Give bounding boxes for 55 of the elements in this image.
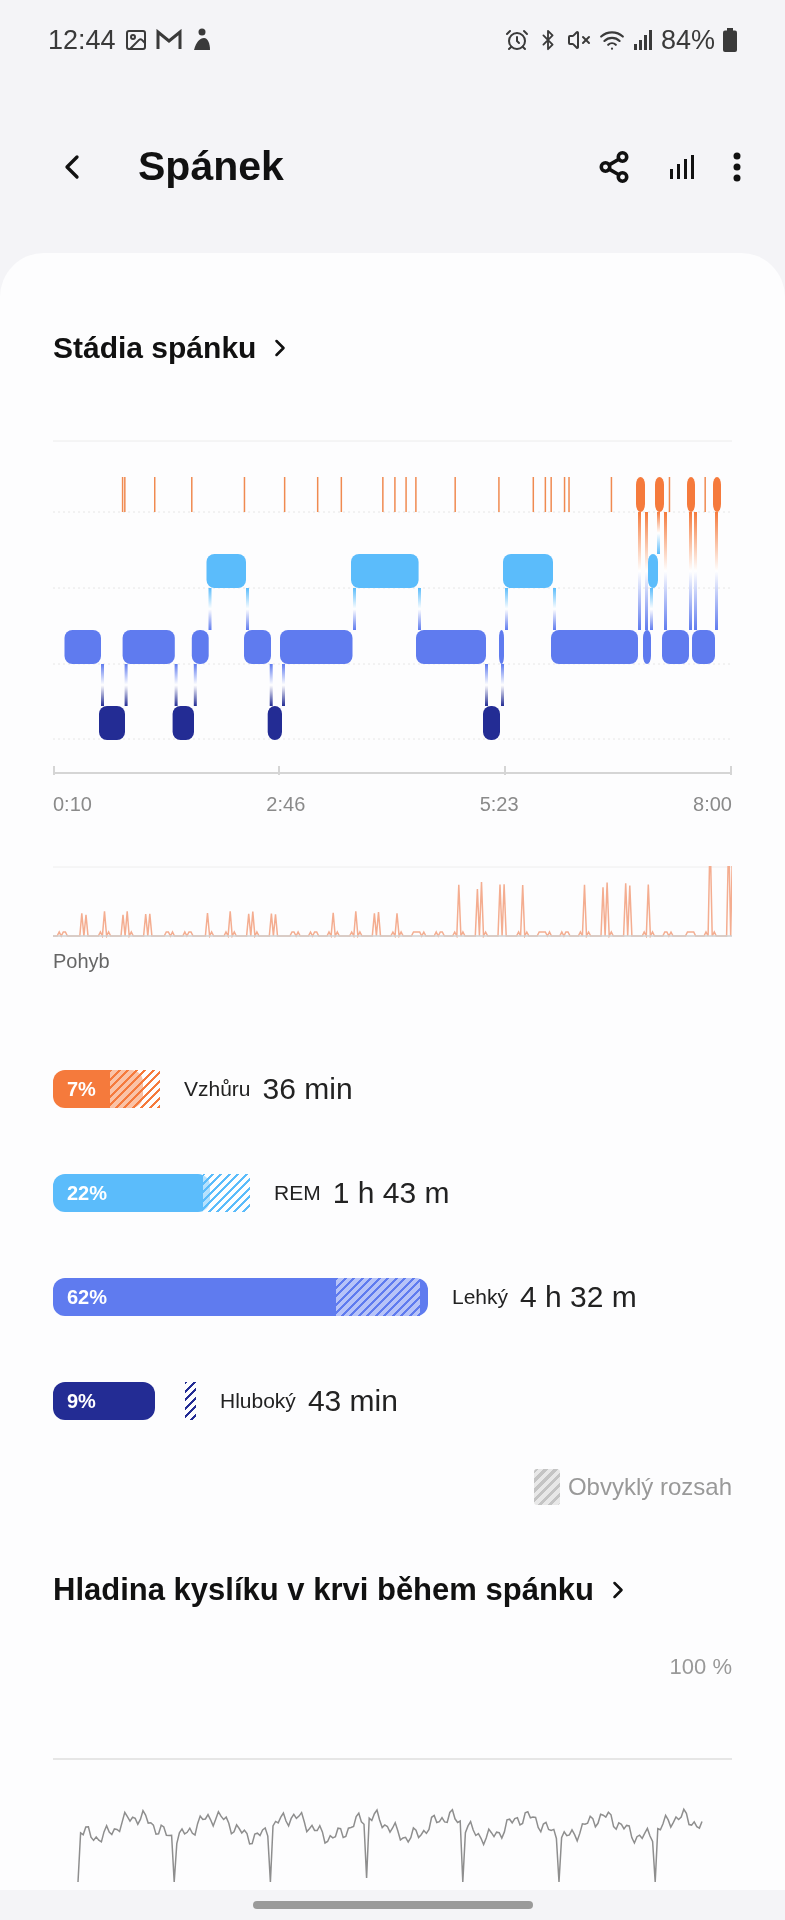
stage-label: Vzhůru xyxy=(184,1077,251,1101)
stage-segment xyxy=(244,630,271,664)
stage-segment xyxy=(172,706,194,740)
stage-segment xyxy=(643,630,651,664)
chart-label: Pohyb xyxy=(53,950,111,973)
usual-range-hatch xyxy=(185,1382,196,1420)
axis-label: 5:23 xyxy=(479,793,519,816)
legend-swatch xyxy=(533,1469,560,1505)
stage-duration: 4 h 32 m xyxy=(520,1280,637,1314)
axis-label: 100 % xyxy=(669,1654,732,1680)
stage-segment xyxy=(503,554,553,588)
chart-icon xyxy=(669,154,695,179)
stage-segment xyxy=(416,630,486,664)
section-title[interactable]: Hladina kyslíku v krvi během spánku xyxy=(53,1570,632,1610)
mute-icon xyxy=(566,28,591,52)
page-title: Spánek xyxy=(138,143,285,190)
stage-segment xyxy=(713,477,721,512)
stage-duration: 43 min xyxy=(307,1384,398,1418)
stage-segment xyxy=(206,554,246,588)
stage-duration: 36 min xyxy=(262,1072,353,1106)
signal-icon xyxy=(632,30,653,50)
status-time: 12:44 xyxy=(48,24,116,56)
section-title[interactable]: Stádia spánku xyxy=(53,328,295,368)
usual-range-hatch xyxy=(110,1070,160,1108)
stage-segment xyxy=(483,706,500,740)
axis-label: 0:10 xyxy=(53,793,92,816)
stage-segment xyxy=(351,554,419,588)
stage-segment xyxy=(687,477,695,512)
stage-segment xyxy=(99,706,125,740)
stage-segment xyxy=(499,630,504,664)
gallery-icon xyxy=(123,28,148,52)
stage-segment xyxy=(648,554,658,588)
stage-segment xyxy=(692,630,715,664)
battery-icon xyxy=(723,28,737,52)
usual-range-hatch xyxy=(203,1174,250,1212)
battery-percent: 84% xyxy=(660,24,715,56)
stage-label: Lehký xyxy=(452,1285,509,1309)
stage-segment xyxy=(191,630,209,664)
alarm-icon xyxy=(504,28,529,52)
share-icon xyxy=(597,149,631,184)
axis-label: 2:46 xyxy=(266,793,306,816)
stage-label: REM xyxy=(274,1181,321,1205)
stage-bar: 9% xyxy=(53,1382,155,1420)
stage-segment xyxy=(64,630,101,664)
stage-segment xyxy=(662,630,689,664)
more-icon xyxy=(733,151,741,182)
stage-segment xyxy=(655,477,664,512)
legend-label: Obvyklý rozsah xyxy=(567,1473,732,1501)
stage-duration: 1 h 43 m xyxy=(332,1176,450,1210)
stage-label: Hluboký xyxy=(220,1389,296,1413)
mail-icon xyxy=(155,29,182,51)
stage-segment xyxy=(267,706,282,740)
stage-segment xyxy=(122,630,175,664)
axis-label: 8:00 xyxy=(693,793,732,816)
stage-segment xyxy=(636,477,645,512)
